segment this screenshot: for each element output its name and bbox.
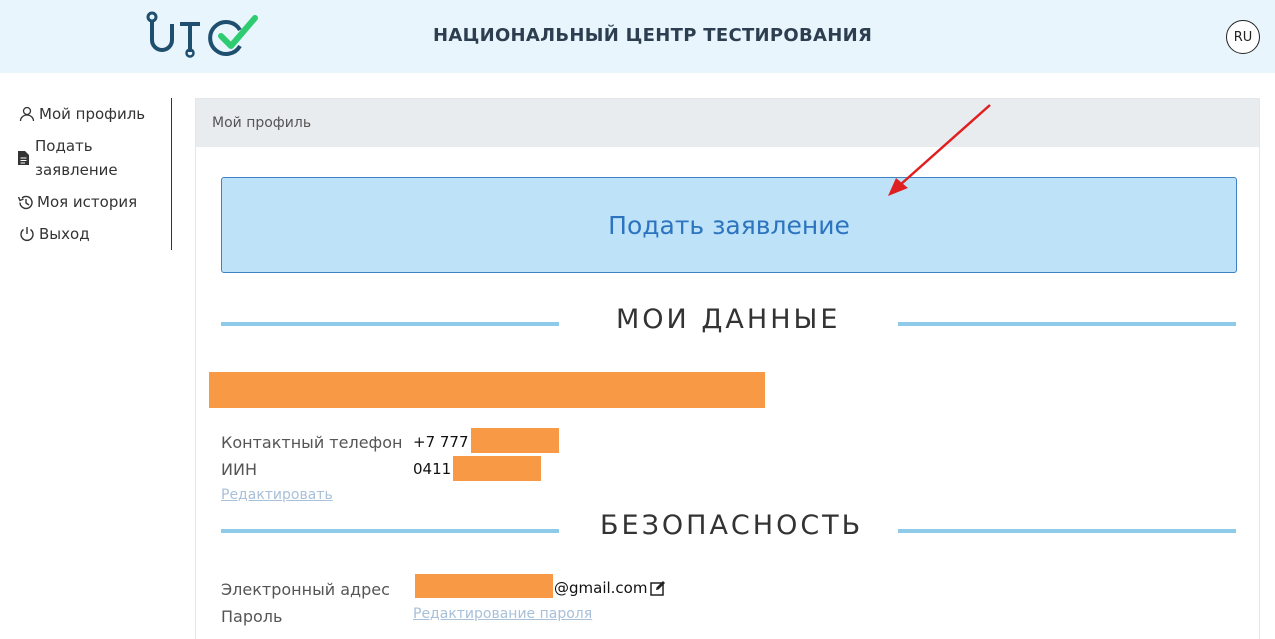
app-header: НАЦИОНАЛЬНЫЙ ЦЕНТР ТЕСТИРОВАНИЯ RU [0, 0, 1275, 73]
sidebar-item-profile[interactable]: Мой профиль [17, 102, 145, 126]
section-rule-right [898, 529, 1236, 533]
apply-button[interactable]: Подать заявление [221, 177, 1237, 273]
utc-logo-icon[interactable] [145, 10, 260, 60]
edit-email-icon[interactable] [650, 580, 666, 600]
history-icon [15, 190, 35, 214]
breadcrumb-current: Мой профиль [212, 115, 312, 131]
password-label: Пароль [221, 607, 283, 626]
edit-profile-link[interactable]: Редактировать [221, 487, 333, 503]
power-icon [17, 222, 37, 246]
section-title-security: БЕЗОПАСНОСТЬ [600, 510, 864, 541]
profile-panel: Мой профиль Подать заявление МОИ ДАННЫЕ … [195, 98, 1260, 639]
section-rule-left [221, 529, 559, 533]
section-rule-left [221, 322, 559, 326]
annotation-arrow-icon [888, 104, 991, 196]
sidebar-item-history[interactable]: Моя история [15, 190, 137, 214]
section-rule-right [898, 322, 1236, 326]
user-icon [17, 102, 37, 126]
redacted-iin [453, 456, 541, 481]
page-header-title: НАЦИОНАЛЬНЫЙ ЦЕНТР ТЕСТИРОВАНИЯ [433, 25, 873, 46]
sidebar-item-label: Мой профиль [39, 105, 146, 123]
phone-label: Контактный телефон [221, 433, 403, 452]
iin-label: ИИН [221, 460, 257, 479]
redacted-phone [471, 428, 559, 453]
sidebar-nav: Мой профиль Подать заявление Моя история… [0, 98, 172, 250]
iin-value: 0411 [413, 460, 452, 478]
breadcrumb: Мой профиль [196, 99, 1259, 147]
edit-password-link[interactable]: Редактирование пароля [413, 606, 592, 622]
redacted-email [415, 574, 553, 598]
phone-value: +7 777 [413, 433, 469, 451]
sidebar-item-apply[interactable]: Подать заявление [13, 134, 118, 182]
sidebar-item-label: Подать [35, 137, 93, 155]
redacted-name [209, 372, 765, 408]
sidebar-item-label: Выход [39, 225, 90, 243]
language-switch[interactable]: RU [1226, 20, 1260, 54]
document-icon [13, 146, 33, 170]
sidebar-item-label: заявление [35, 161, 118, 179]
sidebar-item-label: Моя история [37, 193, 138, 211]
email-label: Электронный адрес [221, 580, 390, 599]
section-title-my-data: МОИ ДАННЫЕ [616, 304, 841, 335]
email-value: @gmail.com [554, 579, 648, 597]
sidebar-item-logout[interactable]: Выход [17, 222, 90, 246]
